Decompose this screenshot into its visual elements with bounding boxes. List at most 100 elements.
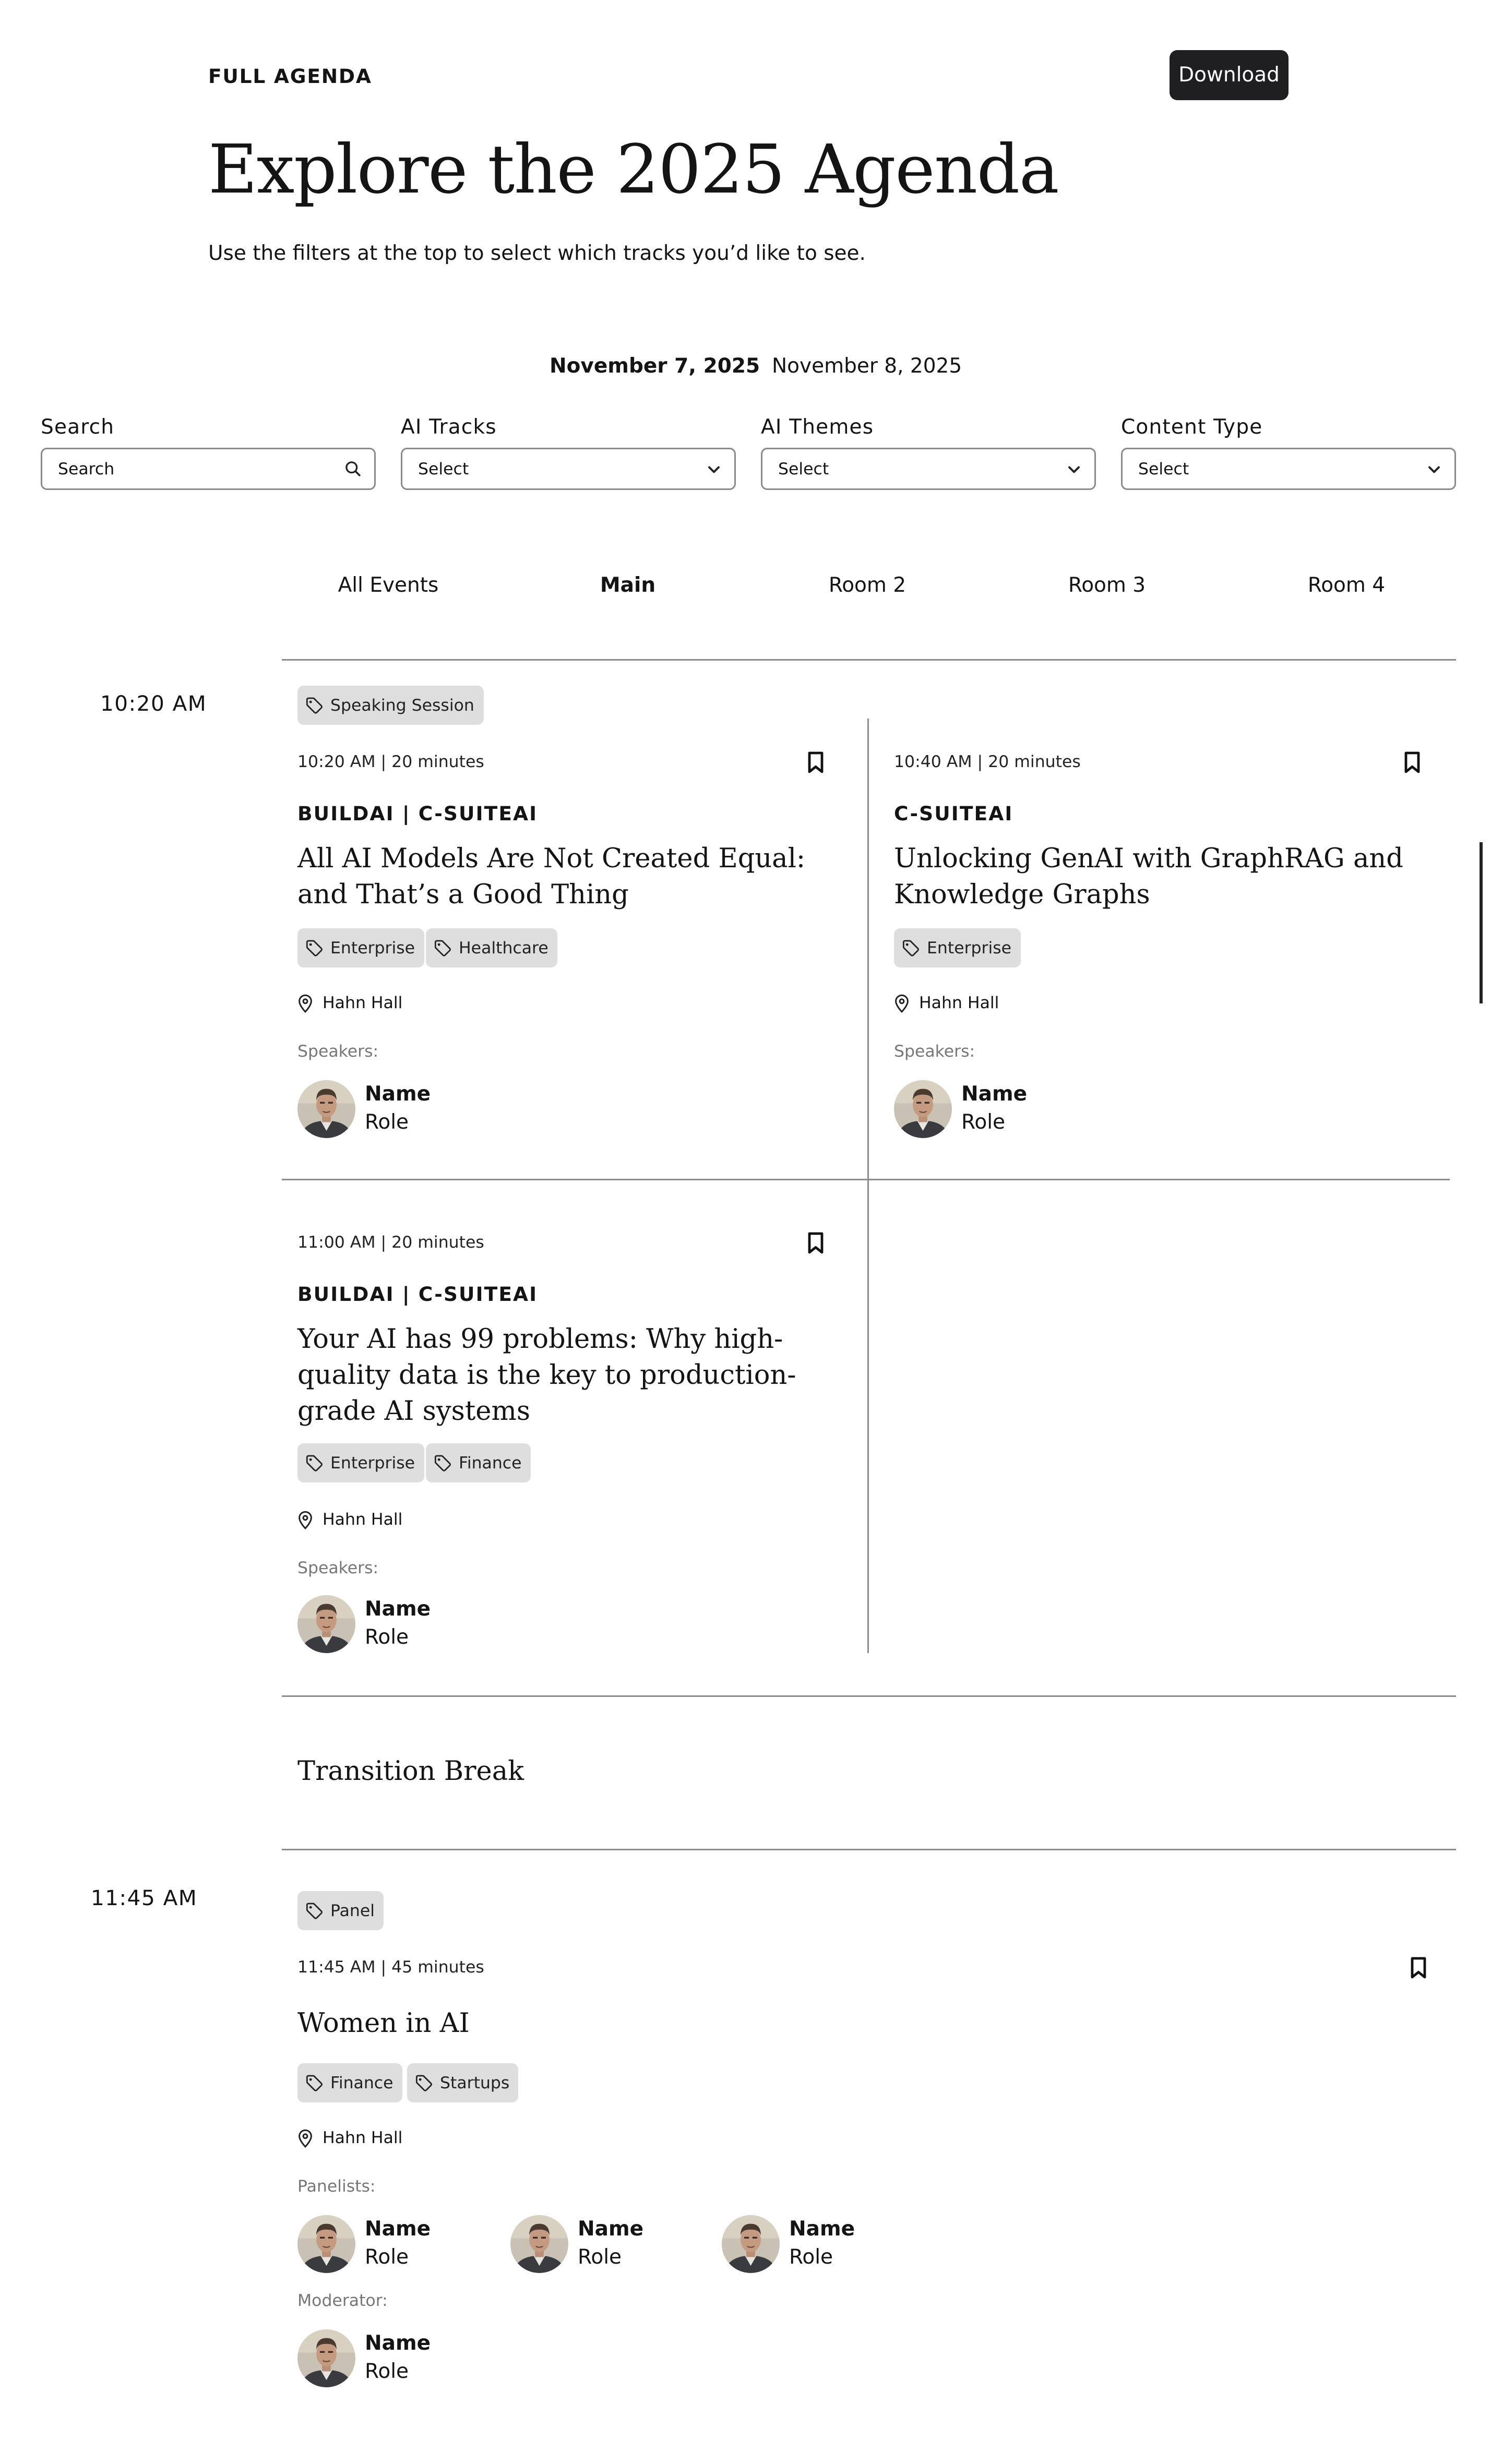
speaker-card[interactable]: Name Role [297, 1595, 431, 1653]
tag-label: Enterprise [927, 938, 1012, 958]
search-placeholder: Search [58, 459, 115, 479]
tag-icon [305, 939, 323, 956]
tag-label: Enterprise [330, 1453, 415, 1473]
ai-tracks-select[interactable]: Select [401, 448, 736, 490]
session-location: Hahn Hall [297, 1511, 402, 1529]
chevron-down-icon [1426, 461, 1442, 477]
location-pin-icon [297, 1511, 313, 1529]
room-tab-all-events[interactable]: All Events [279, 575, 498, 598]
location-label: Hahn Hall [323, 994, 403, 1013]
avatar [297, 2215, 355, 2273]
page-title: Explore the 2025 Agenda [208, 131, 1059, 210]
panelist-card[interactable]: Name Role [722, 2215, 855, 2273]
date-tab-nov-7[interactable]: November 7, 2025 [550, 355, 760, 379]
room-tab-main[interactable]: Main [518, 575, 737, 598]
theme-tag: Startups [407, 2063, 519, 2102]
panelist-role: Role [789, 2245, 833, 2269]
tag-label: Startups [440, 2073, 510, 2092]
chevron-down-icon [1066, 461, 1082, 477]
speakers-label: Speakers: [894, 1043, 975, 1061]
tag-icon [305, 697, 323, 714]
speaker-card[interactable]: Name Role [894, 1080, 1027, 1138]
date-tab-nov-8[interactable]: November 8, 2025 [772, 355, 962, 379]
session-title[interactable]: All AI Models Are Not Created Equal: and… [297, 842, 822, 914]
tag-icon [415, 2074, 432, 2091]
speaker-card[interactable]: Name Role [297, 1080, 431, 1138]
divider [282, 1179, 1450, 1180]
panelist-name: Name [578, 2217, 644, 2241]
location-label: Hahn Hall [323, 1511, 403, 1529]
content-type-label: Content Type [1121, 416, 1263, 440]
session-meta: 10:40 AM | 20 minutes [894, 753, 1081, 772]
tag-icon [434, 1454, 451, 1472]
location-pin-icon [297, 2129, 313, 2148]
location-label: Hahn Hall [919, 994, 999, 1013]
chevron-down-icon [706, 461, 722, 477]
moderator-role: Role [365, 2360, 409, 2384]
room-tab-room-2[interactable]: Room 2 [758, 575, 977, 598]
panelist-role: Role [578, 2245, 622, 2269]
content-type-select[interactable]: Select [1121, 448, 1456, 490]
tag-label: Healthcare [459, 938, 548, 958]
transition-break: Transition Break [297, 1756, 524, 1788]
divider [282, 1849, 1456, 1850]
bookmark-icon[interactable] [806, 751, 825, 773]
divider [282, 659, 1456, 661]
download-button[interactable]: Download [1170, 50, 1289, 100]
panelist-role: Role [365, 2245, 409, 2269]
speaker-role: Role [961, 1110, 1006, 1134]
tag-icon [305, 1902, 323, 1919]
tag-icon [305, 2074, 323, 2091]
session-title[interactable]: Women in AI [297, 2007, 822, 2043]
moderator-name: Name [365, 2331, 431, 2355]
avatar [722, 2215, 780, 2273]
avatar [297, 2329, 355, 2387]
session-title[interactable]: Unlocking GenAI with GraphRAG and Knowle… [894, 842, 1418, 914]
room-tab-room-3[interactable]: Room 3 [997, 575, 1216, 598]
speaker-role: Role [365, 1110, 409, 1134]
eyebrow-full-agenda: FULL AGENDA [208, 64, 372, 88]
session-track: C-SUITEAI [894, 802, 1013, 825]
search-input[interactable]: Search [41, 448, 376, 490]
ai-tracks-value: Select [418, 459, 469, 479]
tag-label: Finance [459, 1453, 522, 1473]
theme-tag: Enterprise [894, 928, 1021, 967]
ai-themes-select[interactable]: Select [761, 448, 1096, 490]
panelist-card[interactable]: Name Role [510, 2215, 643, 2273]
theme-tag: Finance [426, 1443, 531, 1482]
moderator-card[interactable]: Name Role [297, 2329, 431, 2387]
divider [282, 1695, 1456, 1697]
panelist-name: Name [365, 2217, 431, 2241]
tag-icon [305, 1454, 323, 1472]
time-slot-label: 10:20 AM [100, 692, 207, 717]
session-type-tag: Panel [297, 1891, 384, 1930]
tag-icon [902, 939, 919, 956]
tag-label: Panel [330, 1901, 375, 1920]
speakers-label: Speakers: [297, 1043, 379, 1061]
tag-label: Speaking Session [330, 696, 474, 715]
page-lead: Use the filters at the top to select whi… [208, 243, 866, 266]
location-pin-icon [297, 994, 313, 1013]
search-label: Search [41, 416, 115, 440]
speaker-role: Role [365, 1625, 409, 1649]
bookmark-icon[interactable] [806, 1232, 825, 1254]
speaker-name: Name [365, 1082, 431, 1106]
bookmark-icon[interactable] [1403, 751, 1422, 773]
session-title[interactable]: Your AI has 99 problems: Why high-qualit… [297, 1323, 822, 1431]
speaker-name: Name [961, 1082, 1028, 1106]
tag-icon [434, 939, 451, 956]
room-tab-room-4[interactable]: Room 4 [1237, 575, 1456, 598]
theme-tag: Enterprise [297, 1443, 425, 1482]
avatar [894, 1080, 952, 1138]
speakers-label: Speakers: [297, 1559, 379, 1578]
location-label: Hahn Hall [323, 2129, 403, 2148]
column-divider [867, 719, 869, 1653]
panelists-label: Panelists: [297, 2178, 376, 2196]
scrollbar-thumb[interactable] [1480, 842, 1483, 1003]
theme-tag: Finance [297, 2063, 403, 2102]
panelist-name: Name [789, 2217, 855, 2241]
session-type-tag: Speaking Session [297, 686, 484, 725]
avatar [297, 1080, 355, 1138]
bookmark-icon[interactable] [1409, 1957, 1428, 1979]
panelist-card[interactable]: Name Role [297, 2215, 431, 2273]
